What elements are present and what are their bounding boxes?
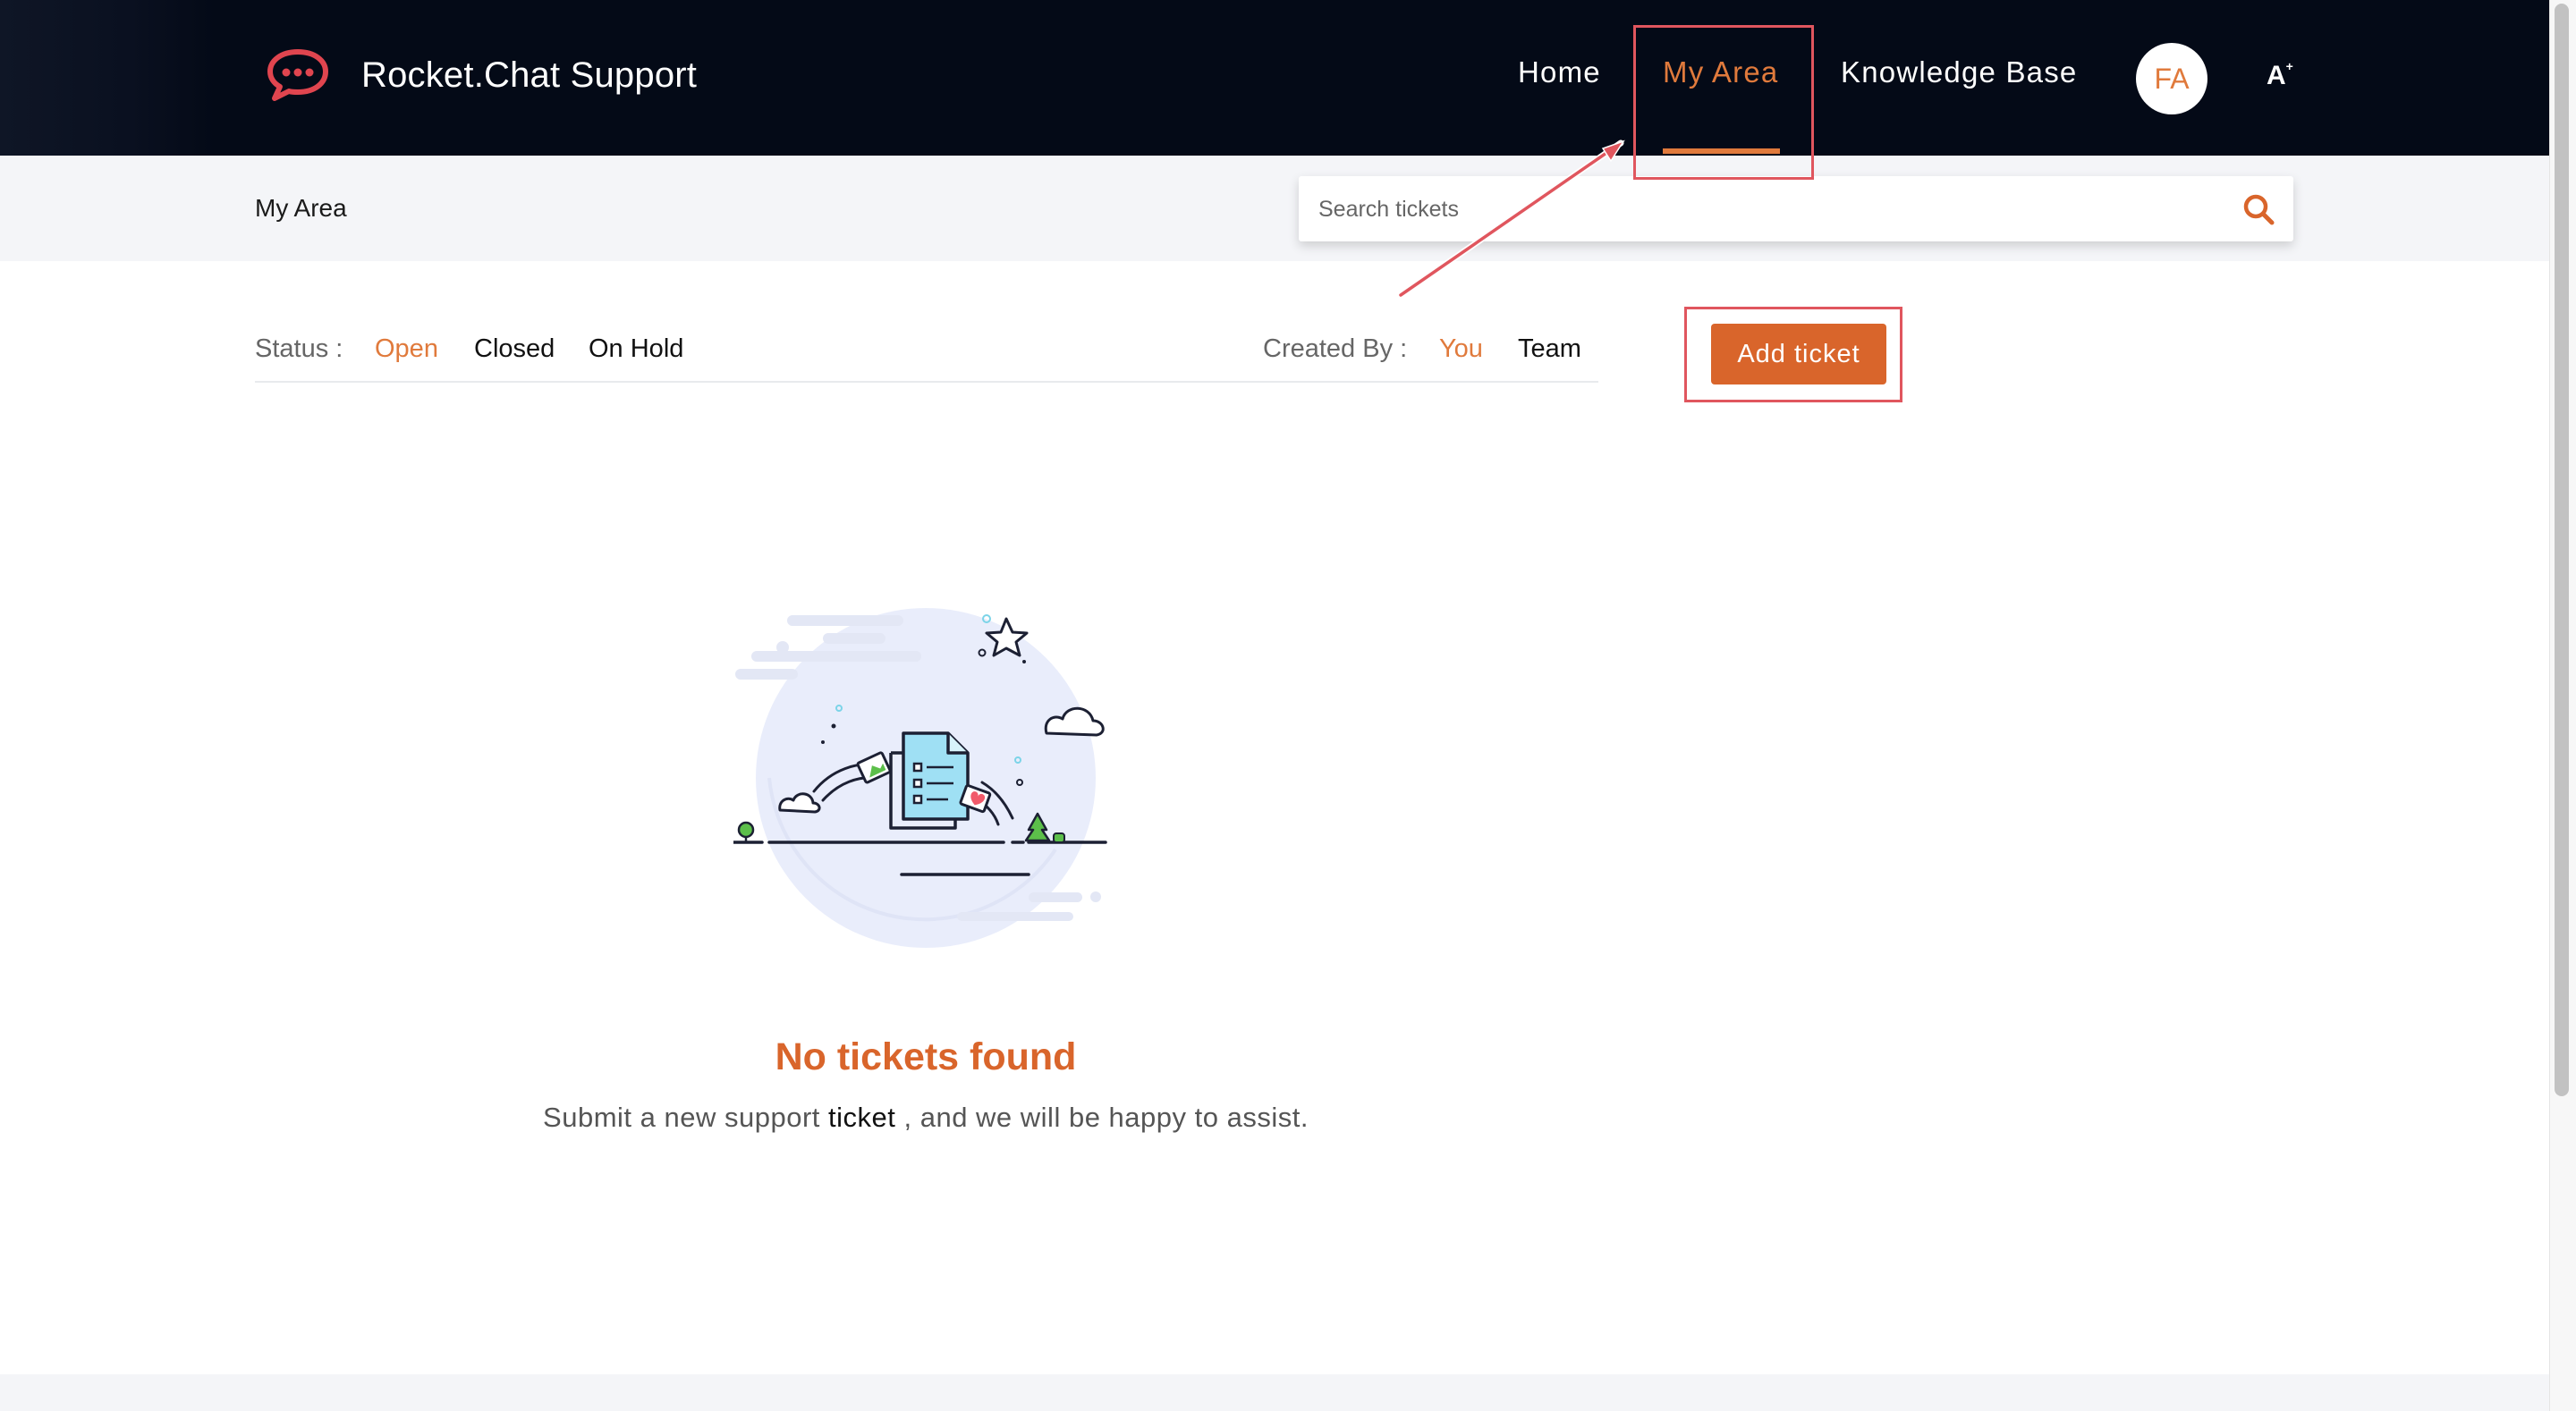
annotation-highlight-my-area: [1633, 25, 1814, 180]
empty-state-ticket-link[interactable]: ticket: [828, 1102, 895, 1133]
search-box: [1299, 176, 2293, 243]
search-input[interactable]: [1317, 176, 2215, 243]
annotation-highlight-add-ticket: [1684, 307, 1902, 402]
empty-state-title: No tickets found: [775, 1035, 1077, 1078]
page-title: My Area: [255, 194, 347, 222]
font-size-letter: A: [2267, 61, 2286, 90]
nav-home[interactable]: Home: [1518, 55, 1601, 89]
status-open[interactable]: Open: [375, 334, 438, 364]
status-label: Status :: [255, 334, 343, 363]
footer-strip: [0, 1374, 2549, 1411]
font-size-toggle[interactable]: A+: [2267, 59, 2293, 91]
empty-tickets-illustration: [733, 608, 1107, 948]
created-by-label: Created By :: [1263, 334, 1408, 363]
brand-name: Rocket.Chat Support: [361, 55, 698, 95]
empty-state-message-end: , and we will be happy to assist.: [903, 1102, 1309, 1133]
header-background-glow: [0, 0, 215, 156]
search-icon[interactable]: [2241, 192, 2275, 226]
nav-knowledge-base[interactable]: Knowledge Base: [1841, 55, 2077, 89]
scrollbar-thumb[interactable]: [2555, 4, 2569, 1096]
brand[interactable]: Rocket.Chat Support: [265, 46, 697, 104]
created-by-you[interactable]: You: [1439, 334, 1483, 364]
empty-state-message: Submit a new support ticket , and we wil…: [0, 1102, 1852, 1134]
status-closed[interactable]: Closed: [474, 334, 555, 364]
rocket-chat-logo-icon: [267, 49, 328, 101]
created-by-team[interactable]: Team: [1518, 334, 1581, 364]
empty-state-message-start: Submit a new support: [543, 1102, 820, 1133]
status-on-hold[interactable]: On Hold: [589, 334, 683, 364]
user-avatar[interactable]: FA: [2136, 43, 2207, 114]
font-size-plus-icon: +: [2285, 59, 2293, 73]
ticket-filters: Status : Open Closed On Hold Created By …: [255, 331, 1598, 383]
